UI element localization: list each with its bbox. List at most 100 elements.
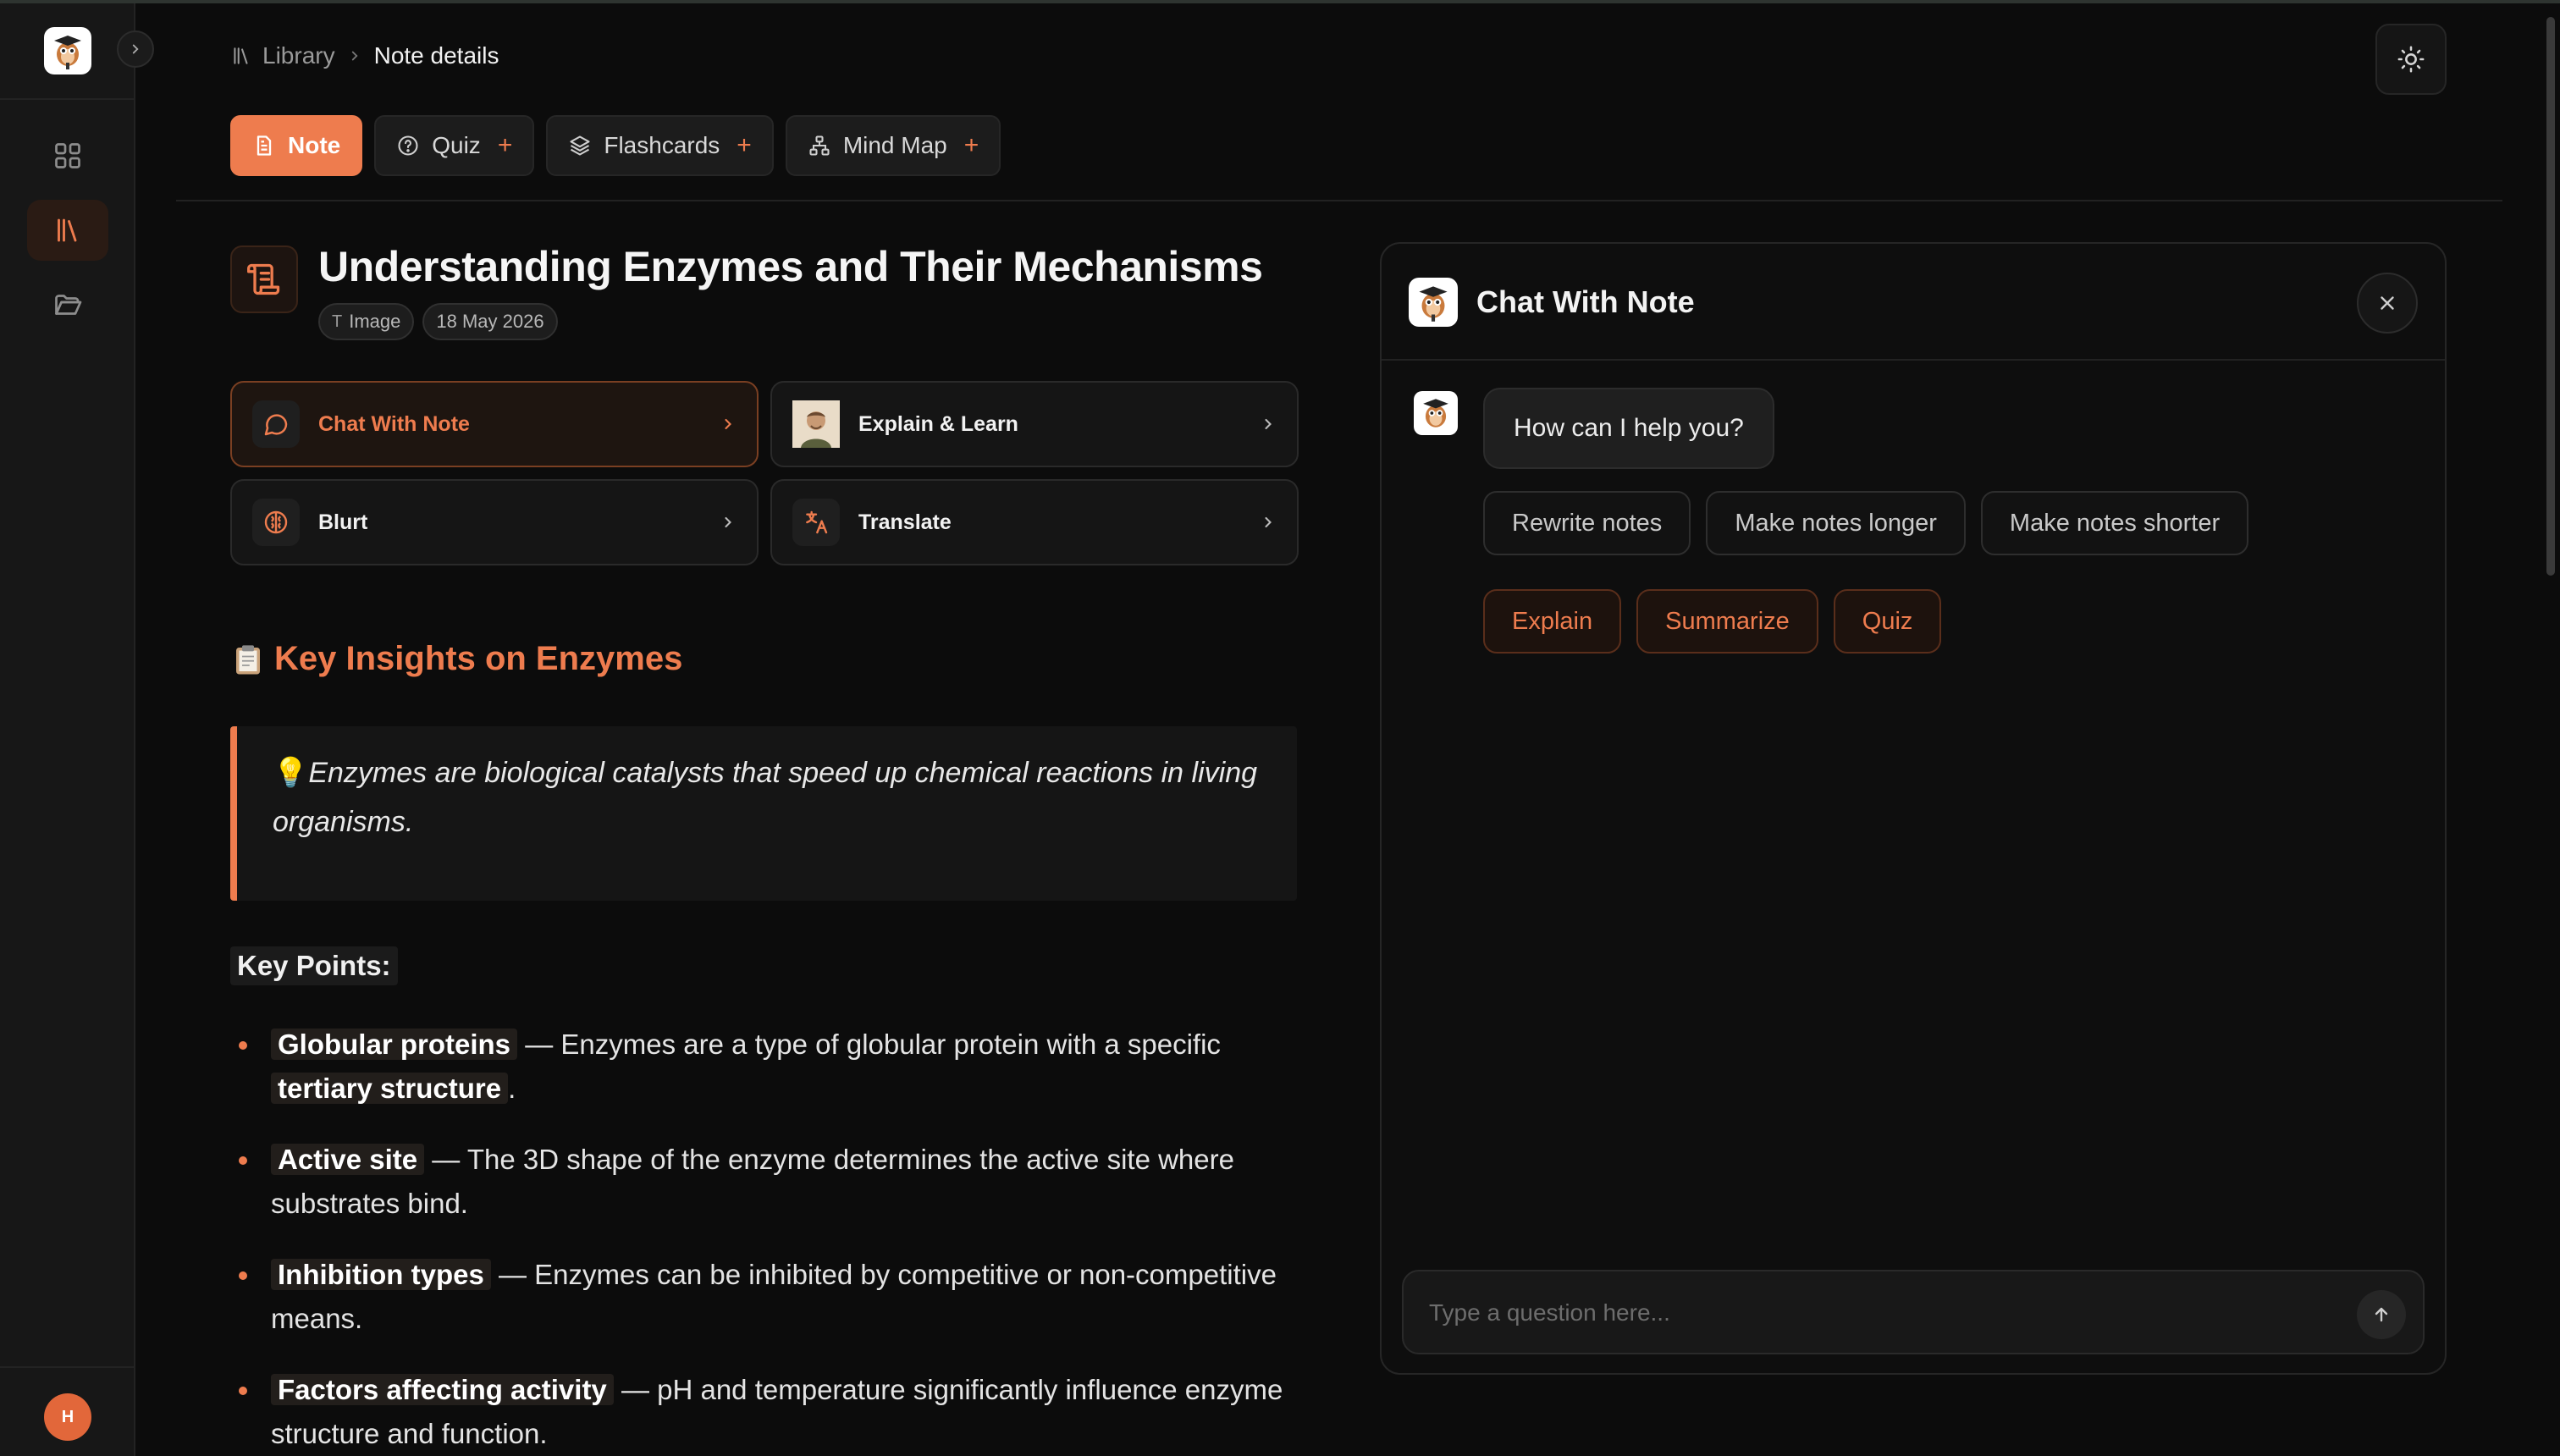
chat-with-note-button[interactable]: Chat With Note: [230, 381, 759, 467]
app-logo-icon: [1409, 278, 1458, 327]
tab-flashcards-label: Flashcards: [604, 132, 720, 158]
sidebar-item-folders[interactable]: [27, 274, 108, 335]
translate-button[interactable]: Translate: [770, 479, 1299, 565]
tab-mind-map[interactable]: Mind Map +: [785, 115, 1001, 176]
folder-open-icon: [55, 295, 82, 315]
bot-greeting-message: How can I help you?: [1483, 388, 1774, 469]
tabs-divider: [176, 200, 2502, 201]
explain-and-learn-label: Explain & Learn: [858, 411, 1018, 436]
insight-quote-text: Enzymes are biological catalysts that sp…: [273, 757, 1258, 838]
theme-toggle-button[interactable]: [2375, 24, 2447, 95]
grid-icon: [55, 143, 80, 168]
plus-icon: +: [963, 131, 979, 159]
lightbulb-icon: 💡: [273, 757, 309, 789]
chevron-right-icon: [725, 516, 731, 528]
app-logo-icon[interactable]: [44, 27, 91, 74]
suggestion-row-actions: Explain Summarize Quiz: [1483, 589, 1942, 654]
note-meta: T Image 18 May 2026: [318, 303, 558, 340]
chevron-right-icon: [725, 418, 731, 430]
message-circle-icon: [252, 400, 300, 448]
layers-icon: [570, 135, 590, 156]
arrow-up-icon: [2375, 1307, 2388, 1322]
help-circle-icon: [398, 135, 418, 156]
breadcrumb-library[interactable]: Library: [230, 42, 335, 69]
sidebar: H: [0, 3, 135, 1456]
close-chat-button[interactable]: [2357, 273, 2418, 334]
date-chip-label: 18 May 2026: [436, 311, 544, 332]
sun-icon: [2397, 46, 2425, 73]
chat-with-note-label: Chat With Note: [318, 411, 470, 436]
breadcrumb: Library Note details: [230, 39, 499, 73]
suggestion-make-shorter[interactable]: Make notes shorter: [1980, 491, 2249, 555]
insight-quote: 💡Enzymes are biological catalysts that s…: [230, 726, 1297, 901]
bullet-term: Factors affecting activity: [271, 1374, 614, 1405]
tab-flashcards[interactable]: Flashcards +: [546, 115, 774, 176]
sitemap-icon: [809, 135, 830, 156]
sidebar-item-dashboard[interactable]: [27, 125, 108, 186]
chat-input-box: [1402, 1270, 2425, 1354]
breadcrumb-library-label: Library: [262, 42, 335, 69]
bullet-term: Inhibition types: [271, 1259, 491, 1290]
user-avatar[interactable]: H: [44, 1393, 91, 1441]
suggestion-rewrite-notes[interactable]: Rewrite notes: [1483, 491, 1691, 555]
breadcrumb-current: Note details: [373, 42, 499, 69]
chat-panel: Chat With Note How can I help you? Rewri…: [1380, 242, 2447, 1375]
sidebar-bottom-divider: [0, 1366, 135, 1368]
chat-question-input[interactable]: [1429, 1292, 2326, 1334]
library-icon: [234, 47, 248, 64]
bullet-text: — Enzymes are a type of globular protein…: [517, 1029, 1221, 1060]
sidebar-item-library[interactable]: [27, 200, 108, 261]
tab-note[interactable]: Note: [230, 115, 363, 176]
key-points-label: Key Points:: [230, 946, 398, 985]
library-icon: [58, 218, 77, 242]
page-scrollbar[interactable]: [2546, 17, 2555, 576]
sidebar-expand-button[interactable]: [117, 30, 154, 68]
note-title: Understanding Enzymes and Their Mechanis…: [318, 243, 1263, 290]
bot-avatar-icon: [1414, 391, 1458, 435]
document-icon: [257, 135, 272, 156]
list-item: Active site — The 3D shape of the enzyme…: [230, 1138, 1314, 1226]
scroll-icon: [230, 245, 298, 313]
section-heading-label: Key Insights on Enzymes: [274, 640, 683, 677]
bullet-term: Globular proteins: [271, 1029, 518, 1060]
chevron-right-icon: [1265, 516, 1272, 528]
chevron-right-icon: [351, 51, 358, 61]
date-chip: 18 May 2026: [422, 303, 558, 340]
suggestion-summarize[interactable]: Summarize: [1636, 589, 1818, 654]
key-points-list: Globular proteins — Enzymes are a type o…: [230, 1023, 1314, 1456]
plus-icon: +: [497, 131, 513, 159]
tab-quiz[interactable]: Quiz +: [374, 115, 535, 176]
chat-header: Chat With Note: [1382, 244, 2445, 361]
sidebar-divider: [0, 98, 135, 100]
text-type-icon: T: [332, 312, 343, 331]
suggestion-explain[interactable]: Explain: [1483, 589, 1622, 654]
tab-mind-map-label: Mind Map: [842, 132, 947, 158]
send-button[interactable]: [2357, 1290, 2406, 1339]
blurt-button[interactable]: Blurt: [230, 479, 759, 565]
list-item: Globular proteins — Enzymes are a type o…: [230, 1023, 1314, 1111]
list-item: Factors affecting activity — pH and temp…: [230, 1368, 1314, 1456]
bullet-term: tertiary structure: [271, 1073, 509, 1104]
suggestion-make-longer[interactable]: Make notes longer: [1706, 491, 1966, 555]
translate-label: Translate: [858, 510, 952, 534]
tutor-avatar-icon: [792, 400, 840, 448]
blurt-label: Blurt: [318, 510, 368, 534]
list-item: Inhibition types — Enzymes can be inhibi…: [230, 1253, 1314, 1341]
explain-and-learn-button[interactable]: Explain & Learn: [770, 381, 1299, 467]
suggestion-quiz[interactable]: Quiz: [1833, 589, 1942, 654]
bullet-term: Active site: [271, 1144, 425, 1175]
type-chip-label: Image: [349, 311, 401, 332]
bullet-text: .: [508, 1073, 516, 1104]
section-heading: Key Insights on Enzymes: [230, 640, 682, 678]
window-top-border: [0, 0, 2560, 3]
close-icon: [2381, 296, 2394, 310]
tab-note-label: Note: [288, 132, 341, 158]
tab-quiz-label: Quiz: [432, 132, 481, 158]
note-tabs: Note Quiz + Flashcards + Mind Map +: [230, 115, 1001, 176]
chat-title: Chat With Note: [1476, 284, 1695, 319]
chevron-right-icon: [132, 44, 139, 54]
suggestion-row-edit: Rewrite notes Make notes longer Make not…: [1483, 491, 2249, 555]
clipboard-icon: [236, 644, 260, 674]
brain-icon: [252, 499, 300, 546]
chevron-right-icon: [1265, 418, 1272, 430]
